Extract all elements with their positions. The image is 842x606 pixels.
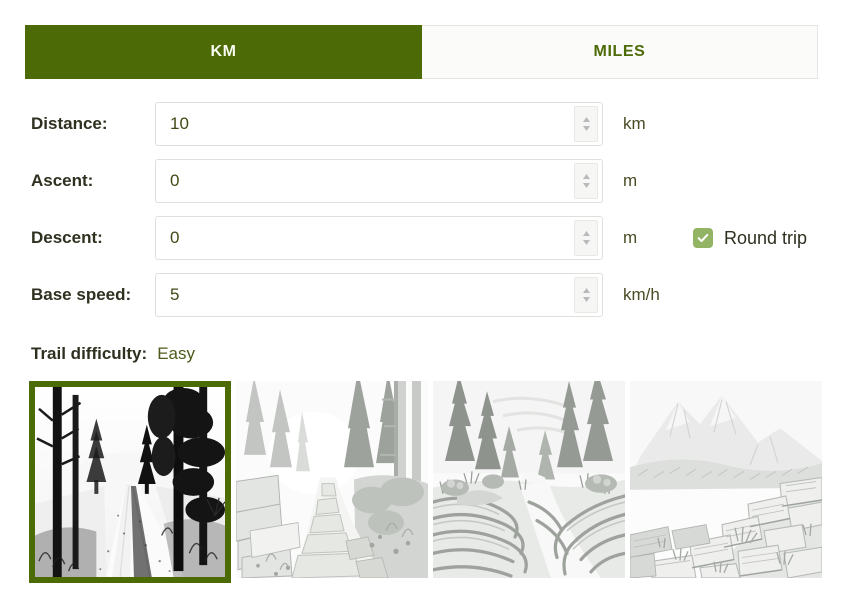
distance-field[interactable] bbox=[155, 102, 603, 146]
ascent-stepper[interactable] bbox=[574, 163, 598, 199]
round-trip-label: Round trip bbox=[724, 227, 808, 248]
tab-miles[interactable]: MILES bbox=[422, 25, 818, 79]
rooty-pine-trail-icon bbox=[433, 381, 625, 578]
distance-input[interactable] bbox=[156, 113, 572, 135]
base-speed-stepper[interactable] bbox=[574, 277, 598, 313]
tab-miles-label: MILES bbox=[593, 43, 646, 60]
descent-label: Descent: bbox=[31, 228, 103, 247]
thumbnail-forest-dirt-path[interactable] bbox=[29, 381, 231, 583]
trail-difficulty-value: Easy bbox=[157, 344, 195, 363]
descent-stepper[interactable] bbox=[574, 220, 598, 256]
base-speed-label: Base speed: bbox=[31, 285, 132, 304]
checkmark-icon[interactable] bbox=[693, 228, 713, 248]
base-speed-input[interactable] bbox=[156, 284, 572, 306]
round-trip-toggle[interactable]: Round trip bbox=[693, 228, 807, 249]
stone-paved-path-icon bbox=[236, 381, 428, 578]
trail-difficulty-label: Trail difficulty: bbox=[31, 344, 148, 363]
distance-label: Distance: bbox=[31, 114, 108, 133]
distance-unit: km bbox=[623, 114, 646, 133]
distance-stepper[interactable] bbox=[574, 106, 598, 142]
descent-row: Descent: m Round trip bbox=[31, 215, 821, 261]
distance-row: Distance: km bbox=[31, 101, 821, 147]
forest-dirt-path-icon bbox=[35, 387, 225, 577]
base-speed-unit: km/h bbox=[623, 285, 660, 304]
unit-tab-bar: KM MILES bbox=[25, 25, 818, 79]
base-speed-field[interactable] bbox=[155, 273, 603, 317]
base-speed-row: Base speed: km/h bbox=[31, 272, 821, 318]
ascent-row: Ascent: m bbox=[31, 158, 821, 204]
thumbnail-rocky-mountain-scree[interactable] bbox=[630, 381, 822, 578]
descent-input[interactable] bbox=[156, 227, 572, 249]
rocky-mountain-scree-icon bbox=[630, 381, 822, 578]
descent-unit: m bbox=[623, 228, 638, 247]
descent-field[interactable] bbox=[155, 216, 603, 260]
trail-difficulty: Trail difficulty: Easy bbox=[31, 344, 195, 364]
trail-input-form: Distance: km Ascent: m bbox=[31, 101, 821, 329]
ascent-field[interactable] bbox=[155, 159, 603, 203]
thumbnail-rooty-pine-trail[interactable] bbox=[433, 381, 625, 578]
difficulty-thumbnail-row bbox=[29, 381, 822, 583]
ascent-label: Ascent: bbox=[31, 171, 94, 190]
ascent-unit: m bbox=[623, 171, 638, 190]
thumbnail-stone-paved-path[interactable] bbox=[236, 381, 428, 578]
tab-km-label: KM bbox=[210, 43, 237, 60]
ascent-input[interactable] bbox=[156, 170, 572, 192]
tab-km[interactable]: KM bbox=[25, 25, 422, 79]
